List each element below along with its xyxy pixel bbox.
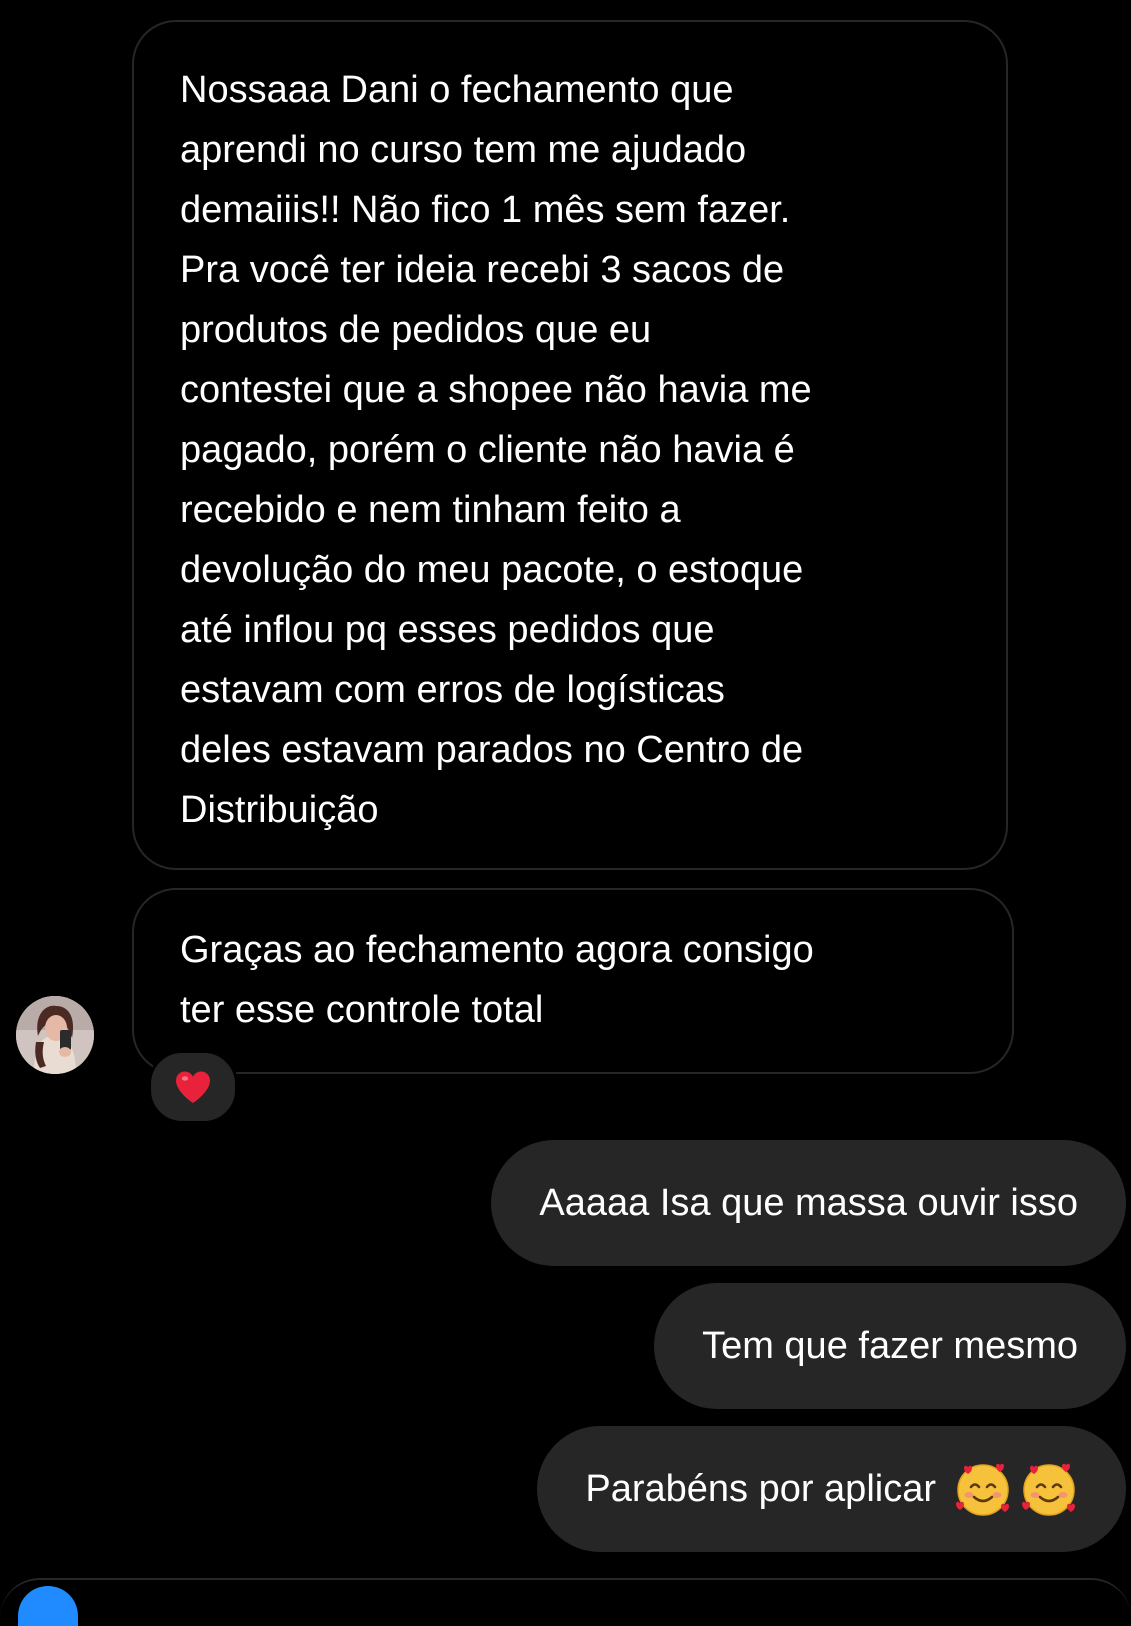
outgoing-message[interactable]: Aaaaa Isa que massa ouvir isso (491, 1140, 1126, 1266)
smiling-face-with-hearts-icon (954, 1460, 1012, 1518)
message-text: Tem que fazer mesmo (702, 1324, 1078, 1367)
avatar[interactable] (16, 996, 94, 1074)
message-composer[interactable] (0, 1578, 1131, 1620)
outgoing-message[interactable]: Parabéns por aplicar (537, 1426, 1126, 1552)
smiling-face-with-hearts-icon (1020, 1460, 1078, 1518)
incoming-message[interactable]: Graças ao fechamento agora consigo ter e… (132, 888, 1014, 1074)
incoming-message[interactable]: Nossaaa Dani o fechamento que aprendi no… (132, 20, 1008, 870)
reaction-badge[interactable] (148, 1050, 238, 1124)
chat-thread: Nossaaa Dani o fechamento que aprendi no… (0, 0, 1131, 1626)
heart-icon (176, 1071, 210, 1103)
message-text: Aaaaa Isa que massa ouvir isso (539, 1181, 1078, 1224)
message-text: Parabéns por aplicar (585, 1467, 936, 1510)
outgoing-message[interactable]: Tem que fazer mesmo (654, 1283, 1126, 1409)
message-text: Nossaaa Dani o fechamento que aprendi no… (180, 69, 812, 831)
message-text: Graças ao fechamento agora consigo ter e… (180, 929, 814, 1031)
avatar-photo (16, 996, 94, 1074)
